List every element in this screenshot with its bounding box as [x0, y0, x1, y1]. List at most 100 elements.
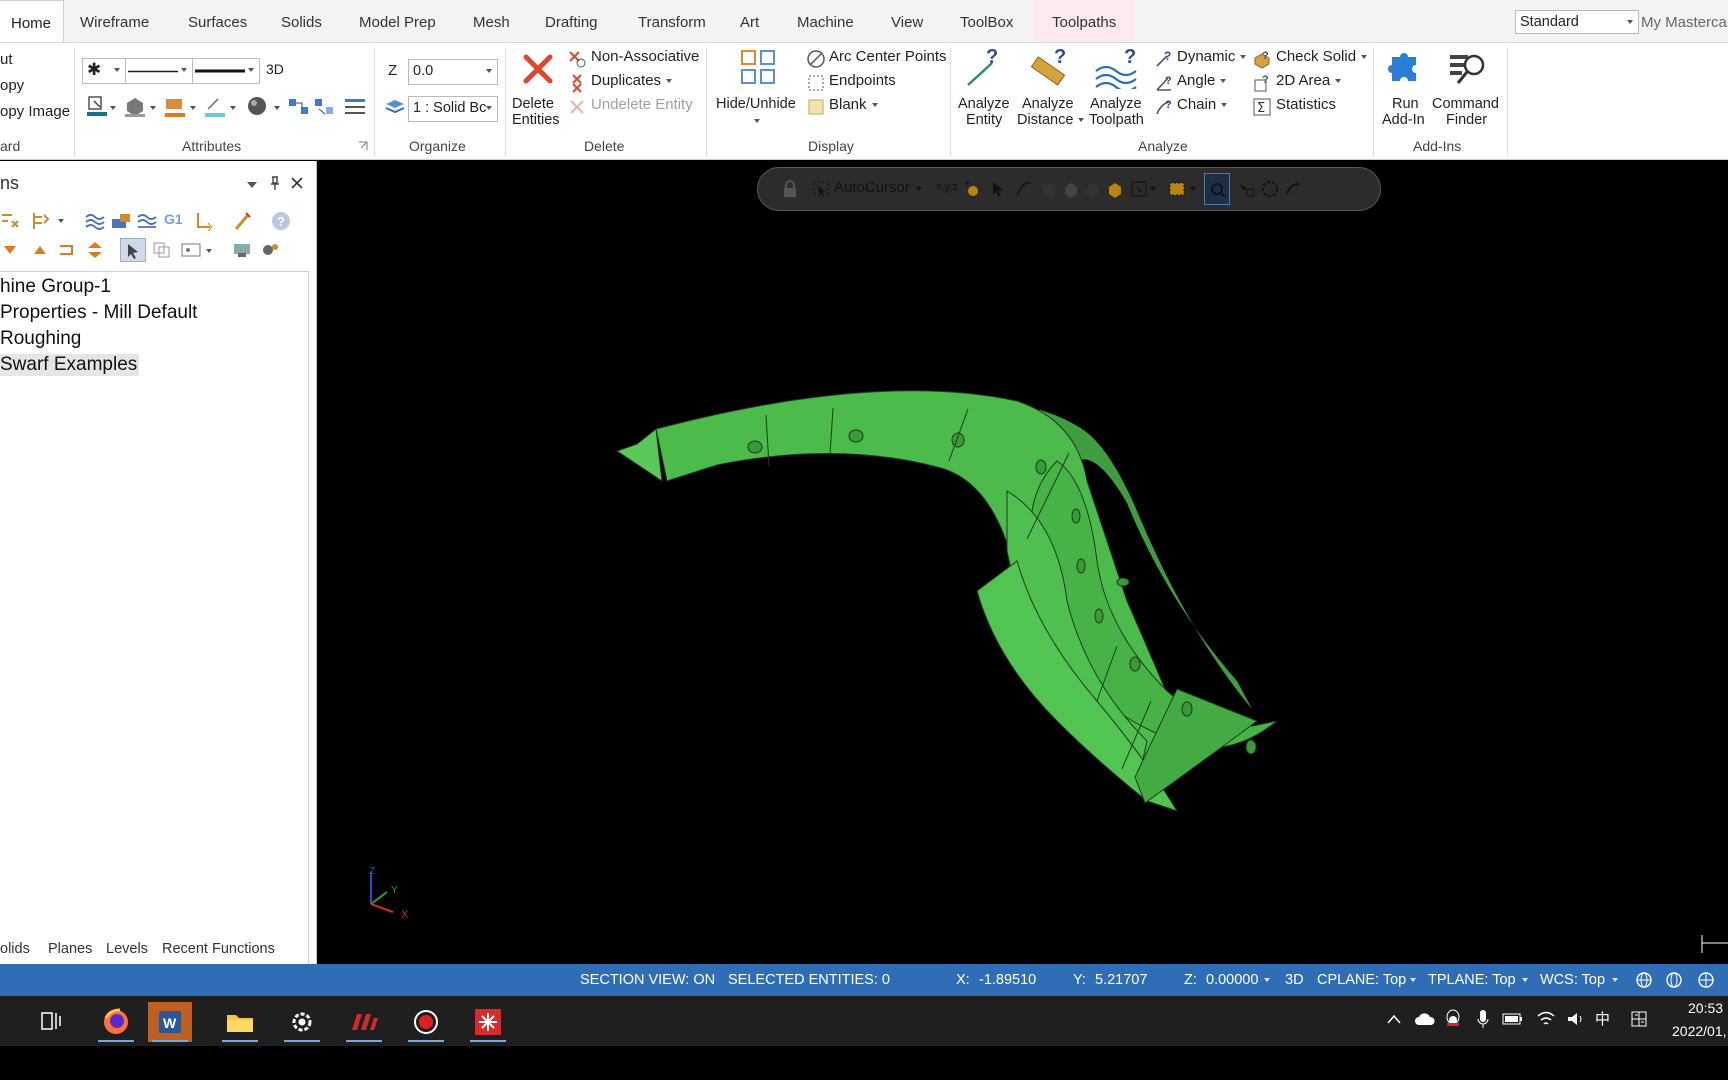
- line-width-dropdown[interactable]: [192, 58, 260, 84]
- view-mode-status[interactable]: 3D: [1285, 964, 1304, 996]
- chevron-down-icon[interactable]: [1522, 978, 1528, 982]
- check-solid-button[interactable]: Check Solid: [1276, 48, 1368, 65]
- tab-art[interactable]: Art: [740, 0, 759, 42]
- attribute-manager-icon[interactable]: [344, 97, 366, 117]
- autocursor-select-icon[interactable]: [812, 180, 830, 198]
- level-dropdown[interactable]: 1 : Solid Bc: [408, 96, 498, 122]
- g1-post-icon[interactable]: G1: [164, 211, 183, 227]
- translucent-view-globe-icon[interactable]: [1696, 971, 1716, 989]
- tab-solids[interactable]: Solids: [281, 0, 322, 42]
- tab-view[interactable]: View: [891, 0, 923, 42]
- chain-select-icon[interactable]: [1014, 180, 1034, 198]
- tab-solids-panel[interactable]: olids: [0, 941, 30, 957]
- tree-properties[interactable]: Properties - Mill Default: [0, 302, 197, 324]
- input-grid-icon[interactable]: [1630, 1010, 1648, 1028]
- delete-entities-label-2[interactable]: Entities: [512, 112, 560, 128]
- lock-toolpath-icon[interactable]: [232, 241, 254, 259]
- tab-planes-panel[interactable]: Planes: [48, 941, 92, 957]
- copy-image-button[interactable]: opy Image: [0, 103, 70, 120]
- dialog-launcher-icon[interactable]: [358, 141, 368, 151]
- autocursor-label[interactable]: AutoCursor: [834, 179, 910, 196]
- chevron-down-icon[interactable]: [1190, 187, 1196, 191]
- copy-button[interactable]: opy: [0, 77, 24, 94]
- section-view-status[interactable]: SECTION VIEW: ON: [580, 964, 715, 996]
- unselect-icon[interactable]: [1284, 180, 1304, 198]
- chevron-down-icon[interactable]: [58, 219, 64, 223]
- mastercam-taskbar-button[interactable]: [342, 1002, 386, 1042]
- verify-selection-button[interactable]: [1204, 173, 1230, 205]
- body-select-icon[interactable]: [1062, 180, 1080, 198]
- non-associative-button[interactable]: Non-Associative: [591, 48, 699, 65]
- box-select-icon[interactable]: [1168, 180, 1186, 198]
- select-last-icon[interactable]: [1236, 180, 1256, 198]
- command-finder-label-2[interactable]: Finder: [1446, 112, 1487, 128]
- z-coord-value[interactable]: 0.00000: [1206, 964, 1258, 996]
- chevron-down-icon[interactable]: [1612, 978, 1618, 982]
- wireframe-color-icon[interactable]: [86, 95, 108, 117]
- wifi-icon[interactable]: [1536, 1010, 1556, 1028]
- lock-icon[interactable]: [782, 180, 798, 198]
- analyze-toolpath-icon[interactable]: ?: [1094, 47, 1140, 89]
- set-all-attributes-icon[interactable]: [288, 97, 310, 117]
- tab-drafting[interactable]: Drafting: [545, 0, 598, 42]
- settings-taskbar-button[interactable]: [280, 1002, 324, 1042]
- tree-machine-group[interactable]: hine Group-1: [0, 276, 111, 298]
- recorder-taskbar-button[interactable]: [404, 1002, 448, 1042]
- expand-collapse-icon[interactable]: [86, 240, 104, 260]
- line-style-dropdown[interactable]: [125, 58, 193, 84]
- high-feed-icon[interactable]: [194, 211, 216, 231]
- copy-toolpath-icon[interactable]: [152, 241, 172, 259]
- chain-button[interactable]: Chain: [1177, 96, 1228, 113]
- clock-date[interactable]: 2022/01,: [1672, 1023, 1727, 1039]
- microphone-icon[interactable]: [1476, 1008, 1490, 1030]
- point-style-dropdown[interactable]: ✱: [82, 58, 126, 84]
- close-icon[interactable]: [290, 176, 304, 190]
- analyze-toolpath-label-1[interactable]: Analyze: [1090, 96, 1142, 112]
- solid-color-icon[interactable]: [124, 95, 146, 117]
- analyze-entity-label-1[interactable]: Analyze: [958, 96, 1010, 112]
- tplane-status[interactable]: TPLANE: Top: [1428, 964, 1516, 996]
- wcs-status[interactable]: WCS: Top: [1540, 964, 1605, 996]
- dynamic-button[interactable]: Dynamic: [1177, 48, 1247, 65]
- delete-x-icon[interactable]: [520, 51, 556, 87]
- run-add-in-label-1[interactable]: Run: [1392, 96, 1419, 112]
- blank-button[interactable]: Blank: [829, 96, 878, 113]
- area-2d-button[interactable]: 2D Area: [1276, 72, 1342, 89]
- help-icon[interactable]: ?: [270, 211, 292, 231]
- move-down-icon[interactable]: [2, 244, 18, 256]
- speaker-icon[interactable]: [1566, 1010, 1586, 1028]
- chevron-down-icon[interactable]: [230, 106, 236, 110]
- chevron-down-icon[interactable]: [754, 119, 760, 123]
- tab-levels-panel[interactable]: Levels: [106, 941, 148, 957]
- chevron-down-icon[interactable]: [150, 106, 156, 110]
- run-add-in-puzzle-icon[interactable]: [1384, 47, 1426, 89]
- chevron-down-icon[interactable]: [916, 187, 922, 191]
- chevron-down-icon[interactable]: [1410, 978, 1416, 982]
- analyze-distance-icon[interactable]: ?: [1026, 47, 1070, 89]
- chevron-down-icon[interactable]: [206, 249, 212, 253]
- hide-unhide-label[interactable]: Hide/Unhide: [716, 96, 796, 112]
- run-add-in-label-2[interactable]: Add-In: [1382, 112, 1425, 128]
- analyze-distance-label-1[interactable]: Analyze: [1022, 96, 1074, 112]
- chevron-down-icon[interactable]: [1150, 187, 1156, 191]
- graphics-viewport[interactable]: Z Y X: [317, 161, 1728, 964]
- insert-arrow-icon[interactable]: [58, 242, 78, 258]
- task-view-icon[interactable]: [40, 1010, 62, 1032]
- chevron-down-icon[interactable]: [190, 106, 196, 110]
- z-depth-input[interactable]: 0.0: [408, 59, 498, 85]
- firefox-taskbar-button[interactable]: [94, 1002, 138, 1042]
- angle-button[interactable]: Angle: [1177, 72, 1227, 89]
- clock-time[interactable]: 20:53: [1688, 1000, 1723, 1016]
- battery-icon[interactable]: [1502, 1012, 1524, 1026]
- wireframe-view-globe-icon[interactable]: [1634, 971, 1654, 989]
- command-finder-icon[interactable]: [1446, 47, 1488, 89]
- chevron-down-icon[interactable]: [274, 106, 280, 110]
- reset-attributes-icon[interactable]: [314, 97, 336, 117]
- analyze-toolpath-label-2[interactable]: Toolpath: [1089, 112, 1144, 128]
- material-sphere-icon[interactable]: [246, 95, 268, 117]
- delete-all-icon[interactable]: [232, 211, 254, 231]
- chevron-down-icon[interactable]: [110, 106, 116, 110]
- statistics-button[interactable]: Statistics: [1276, 96, 1336, 113]
- move-up-icon[interactable]: [32, 244, 48, 256]
- cplane-status[interactable]: CPLANE: Top: [1317, 964, 1406, 996]
